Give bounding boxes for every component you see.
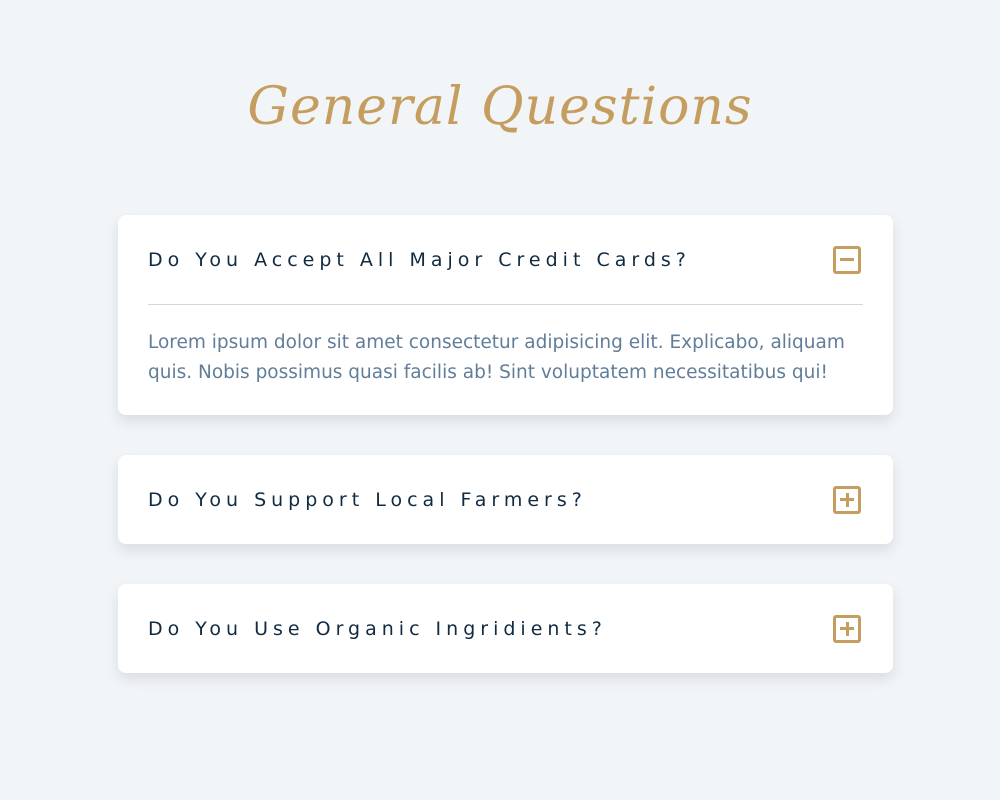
faq-question-title: Do You Use Organic Ingridients? (148, 617, 607, 640)
expand-button[interactable] (833, 485, 861, 514)
page-title: General Questions (247, 77, 753, 137)
faq-answer-text: Lorem ipsum dolor sit amet consectetur a… (148, 332, 845, 383)
faq-item-local-farmers: Do You Support Local Farmers? (118, 455, 893, 544)
faq-question-title: Do You Accept All Major Credit Cards? (148, 248, 691, 271)
collapse-button[interactable] (833, 245, 861, 274)
faq-question-title: Do You Support Local Farmers? (148, 488, 587, 511)
faq-item-organic-ingredients: Do You Use Organic Ingridients? (118, 584, 893, 673)
faq-item-header: Do You Support Local Farmers? (148, 455, 863, 544)
faq-item-header: Do You Use Organic Ingridients? (148, 584, 863, 673)
minus-square-icon (840, 258, 854, 261)
faq-list: Do You Accept All Major Credit Cards? Lo… (118, 215, 893, 713)
faq-item-header: Do You Accept All Major Credit Cards? (148, 215, 863, 305)
faq-item-credit-cards: Do You Accept All Major Credit Cards? Lo… (118, 215, 893, 415)
expand-button[interactable] (833, 614, 861, 643)
